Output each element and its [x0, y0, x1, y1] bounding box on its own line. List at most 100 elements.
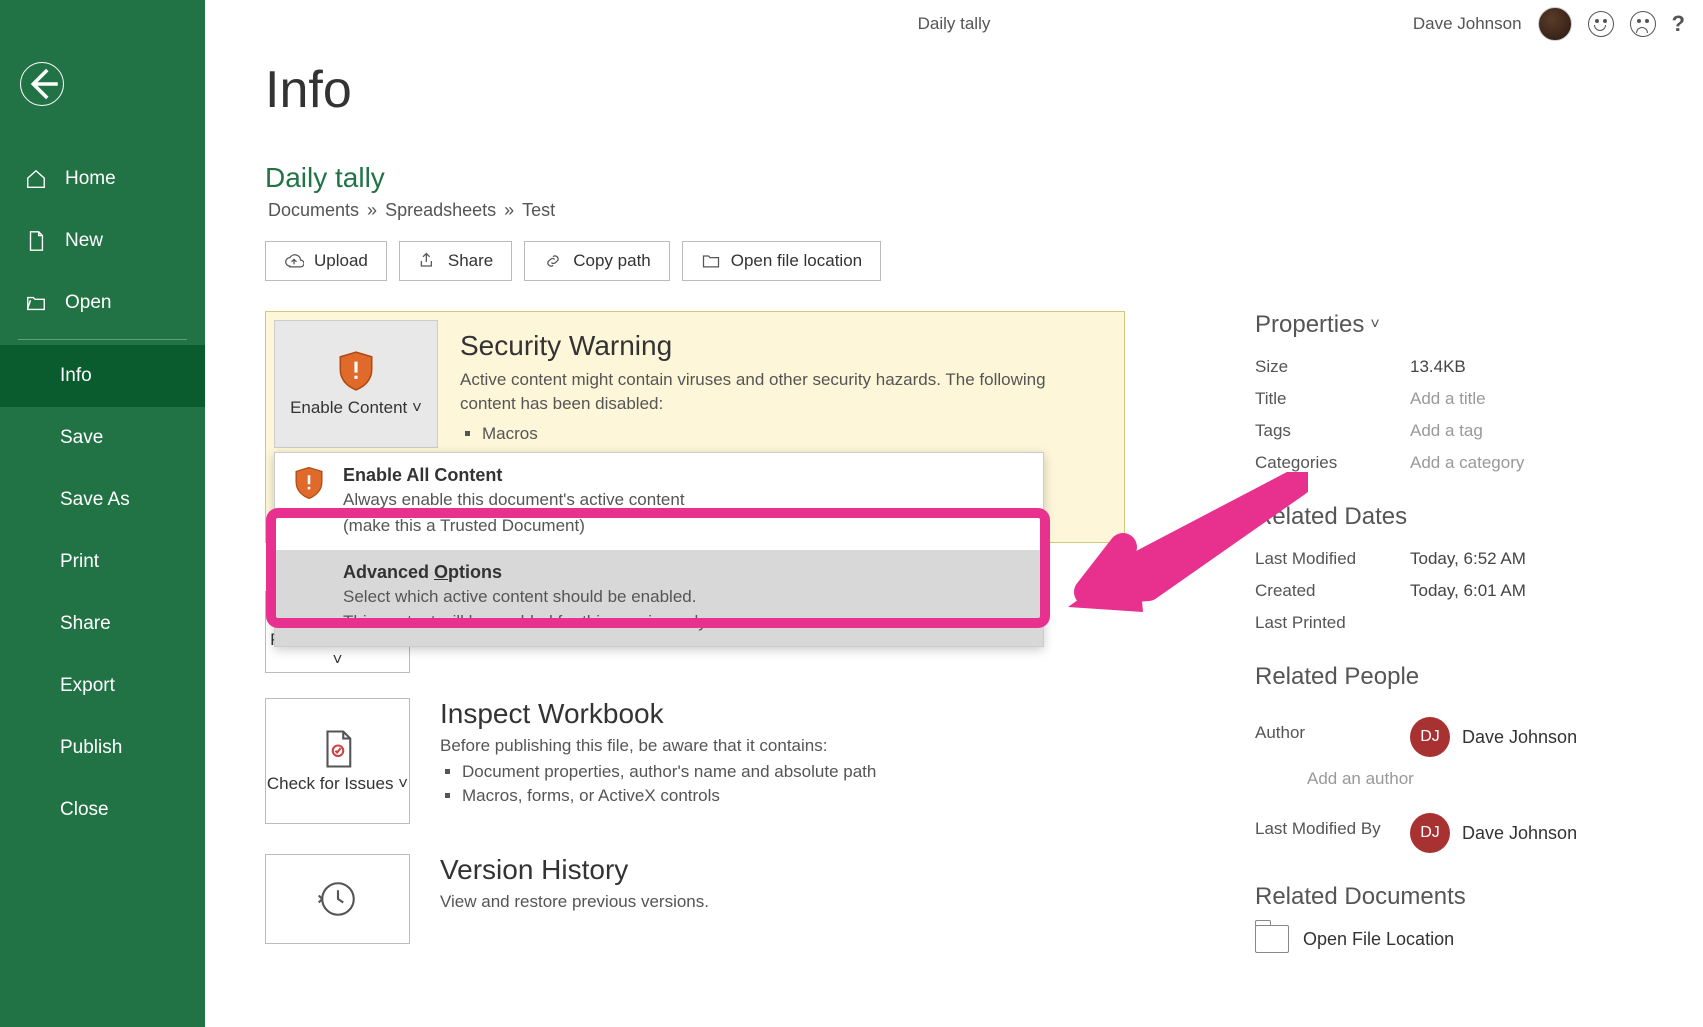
- prop-label-categories: Categories: [1255, 453, 1410, 473]
- warning-text: Active content might contain viruses and…: [460, 368, 1102, 416]
- nav-share[interactable]: Share: [0, 593, 205, 655]
- nav-label: Print: [60, 551, 99, 573]
- document-inspect-icon: [317, 728, 359, 770]
- breadcrumb[interactable]: Documents » Spreadsheets » Test: [265, 200, 1643, 221]
- open-file-location-link[interactable]: Open File Location: [1255, 925, 1643, 953]
- feedback-sad-icon[interactable]: [1630, 11, 1656, 37]
- prop-label-created: Created: [1255, 581, 1410, 601]
- inspect-text: Before publishing this file, be aware th…: [440, 736, 1125, 756]
- document-title: Daily tally: [918, 14, 991, 34]
- enable-content-label: Enable Content ˅: [290, 397, 422, 419]
- modified-by-avatar-icon[interactable]: DJ: [1410, 813, 1450, 853]
- properties-heading[interactable]: Properties: [1255, 311, 1380, 339]
- security-warning-panel: Enable Content ˅ Security Warning Active…: [265, 311, 1125, 543]
- advanced-options-item[interactable]: Advanced Options Select which active con…: [275, 550, 1043, 647]
- enable-content-button[interactable]: Enable Content ˅: [274, 320, 438, 448]
- nav-label: Export: [60, 675, 115, 697]
- nav-new[interactable]: New: [0, 210, 205, 272]
- nav-open[interactable]: Open: [0, 272, 205, 334]
- version-heading: Version History: [440, 854, 1125, 886]
- prop-value-modified: Today, 6:52 AM: [1410, 549, 1526, 569]
- prop-value-created: Today, 6:01 AM: [1410, 581, 1526, 601]
- related-documents-heading: Related Documents: [1255, 883, 1643, 911]
- inspect-list-item: Document properties, author's name and a…: [462, 762, 1125, 782]
- prop-value-tags[interactable]: Add a tag: [1410, 421, 1483, 441]
- prop-value-title[interactable]: Add a title: [1410, 389, 1486, 409]
- nav-label: Save: [60, 427, 103, 449]
- user-name[interactable]: Dave Johnson: [1413, 14, 1522, 34]
- author-avatar-icon[interactable]: DJ: [1410, 717, 1450, 757]
- copy-path-button[interactable]: Copy path: [524, 241, 670, 281]
- prop-label-author: Author: [1255, 723, 1410, 743]
- title-bar: Daily tally Dave Johnson ?: [205, 0, 1703, 48]
- file-icon: [25, 230, 47, 252]
- inspect-list-item: Macros, forms, or ActiveX controls: [462, 786, 1125, 806]
- warning-heading: Security Warning: [460, 330, 1102, 362]
- check-for-issues-label: Check for Issues ˅: [267, 774, 408, 794]
- prop-label-size: Size: [1255, 357, 1410, 377]
- inspect-heading: Inspect Workbook: [440, 698, 1125, 730]
- dropdown-item-desc: This content will be enabled for this se…: [343, 610, 1025, 634]
- nav-export[interactable]: Export: [0, 655, 205, 717]
- nav-print[interactable]: Print: [0, 531, 205, 593]
- cloud-upload-icon: [284, 251, 304, 271]
- nav-label: Publish: [60, 737, 122, 759]
- link-icon: [543, 251, 563, 271]
- related-people-heading: Related People: [1255, 663, 1643, 691]
- shield-icon: [337, 349, 375, 393]
- related-dates-heading: Related Dates: [1255, 503, 1643, 531]
- history-icon: [317, 878, 359, 920]
- version-text: View and restore previous versions.: [440, 892, 1125, 912]
- nav-info[interactable]: Info: [0, 345, 205, 407]
- prop-label-title: Title: [1255, 389, 1410, 409]
- nav-label: Share: [60, 613, 111, 635]
- doc-title: Daily tally: [265, 162, 1643, 194]
- share-button[interactable]: Share: [399, 241, 512, 281]
- nav-save-as[interactable]: Save As: [0, 469, 205, 531]
- backstage-sidebar: Home New Open Info Save Save As Print Sh…: [0, 0, 205, 1027]
- prop-value-categories[interactable]: Add a category: [1410, 453, 1524, 473]
- nav-label: Info: [60, 365, 92, 387]
- back-button[interactable]: [20, 62, 64, 106]
- nav-publish[interactable]: Publish: [0, 717, 205, 779]
- nav-label: Save As: [60, 489, 130, 511]
- nav-label: Home: [65, 168, 116, 190]
- help-icon[interactable]: ?: [1672, 11, 1685, 37]
- enable-content-dropdown: Enable All Content Always enable this do…: [274, 452, 1044, 647]
- home-icon: [25, 168, 47, 190]
- feedback-happy-icon[interactable]: [1588, 11, 1614, 37]
- page-title: Info: [265, 60, 1643, 120]
- open-file-location-button[interactable]: Open file location: [682, 241, 881, 281]
- dropdown-item-desc: (make this a Trusted Document): [343, 514, 1025, 538]
- share-icon: [418, 251, 438, 271]
- prop-label-printed: Last Printed: [1255, 613, 1410, 633]
- dropdown-item-desc: Select which active content should be en…: [343, 585, 1025, 609]
- nav-save[interactable]: Save: [0, 407, 205, 469]
- prop-label-modified: Last Modified: [1255, 549, 1410, 569]
- prop-label-modified-by: Last Modified By: [1255, 819, 1410, 839]
- warning-list-item: Macros: [482, 424, 1102, 444]
- folder-icon: [701, 251, 721, 271]
- nav-divider: [18, 339, 187, 340]
- nav-label: Close: [60, 799, 109, 821]
- main-content: Info Daily tally Documents » Spreadsheet…: [205, 48, 1703, 1027]
- user-avatar-icon[interactable]: [1538, 7, 1572, 41]
- modified-by-name[interactable]: Dave Johnson: [1462, 823, 1577, 844]
- nav-home[interactable]: Home: [0, 148, 205, 210]
- add-author-link[interactable]: Add an author: [1307, 769, 1643, 789]
- author-name[interactable]: Dave Johnson: [1462, 727, 1577, 748]
- folder-open-icon: [25, 292, 47, 314]
- nav-label: Open: [65, 292, 111, 314]
- check-for-issues-button[interactable]: Check for Issues ˅: [265, 698, 410, 824]
- dropdown-item-title: Advanced Options: [343, 562, 1025, 583]
- prop-label-tags: Tags: [1255, 421, 1410, 441]
- folder-icon: [1255, 925, 1289, 953]
- upload-button[interactable]: Upload: [265, 241, 387, 281]
- prop-value-size: 13.4KB: [1410, 357, 1466, 377]
- enable-all-content-item[interactable]: Enable All Content Always enable this do…: [275, 453, 1043, 550]
- version-history-button[interactable]: [265, 854, 410, 944]
- dropdown-item-desc: Always enable this document's active con…: [343, 488, 1025, 512]
- shield-icon: [293, 465, 325, 501]
- nav-close[interactable]: Close: [0, 779, 205, 841]
- nav-label: New: [65, 230, 103, 252]
